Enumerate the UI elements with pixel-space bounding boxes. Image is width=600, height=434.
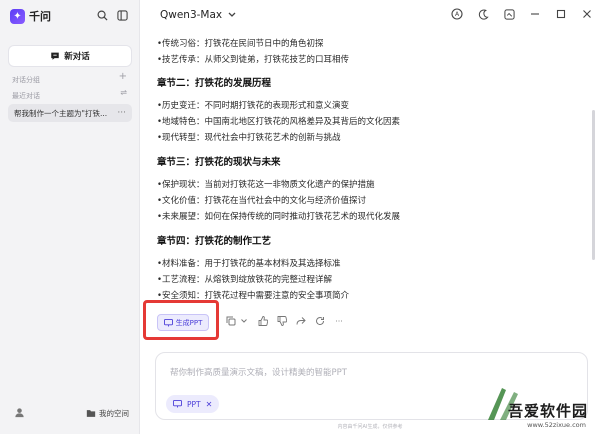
remove-tag-icon[interactable]: ✕ — [206, 400, 213, 409]
model-selector[interactable]: Qwen3-Max — [160, 9, 236, 21]
app-name: 千问 — [29, 10, 51, 23]
screenshot-icon[interactable] — [502, 7, 516, 21]
my-space-label: 我的空间 — [99, 409, 129, 418]
copy-icon[interactable] — [226, 316, 236, 326]
share-icon[interactable] — [296, 316, 306, 326]
generate-ppt-button[interactable]: 生成PPT — [157, 314, 209, 331]
list-item: •材料准备：用于打铁花的基本材料及其选择标准 — [157, 259, 341, 269]
close-icon[interactable] — [580, 7, 594, 21]
maximize-icon[interactable] — [554, 7, 568, 21]
chapter-heading: 章节二：打铁花的发展历程 — [157, 78, 272, 89]
ppt-tag-label: PPT — [187, 399, 201, 409]
filter-icon[interactable]: ⇌ — [120, 88, 127, 97]
scrollbar[interactable] — [592, 110, 595, 260]
model-name: Qwen3-Max — [160, 9, 223, 21]
presentation-icon — [163, 318, 173, 327]
my-space-link[interactable]: 我的空间 — [86, 408, 129, 419]
list-item: •工艺流程：从熔铁到绽放铁花的完整过程详解 — [157, 275, 333, 285]
more-icon[interactable]: ··· — [117, 108, 126, 118]
thumbs-up-icon[interactable] — [258, 316, 268, 326]
add-group-icon[interactable]: + — [119, 71, 127, 82]
list-item: •传统习俗：打铁花在民间节日中的角色初探 — [157, 39, 324, 49]
list-item: •未来展望：如何在保持传统的同时推动打铁花艺术的现代化发展 — [157, 212, 401, 222]
list-item: •现代转型：现代社会中打铁花艺术的创新与挑战 — [157, 133, 341, 143]
search-icon[interactable] — [96, 9, 108, 21]
message-input[interactable]: 帮你制作高质量演示文稿，设计精美的智能PPT — [170, 366, 347, 378]
message-actions: ··· — [226, 316, 344, 326]
chevron-down-icon[interactable] — [239, 316, 249, 326]
folder-icon — [86, 410, 96, 417]
watermark: 吾爱软件园 www.52zixue.com — [478, 380, 596, 432]
chat-item-title: 帮我制作一个主题为"打铁... — [14, 108, 108, 118]
regenerate-icon[interactable] — [315, 316, 325, 326]
new-chat-label: 新对话 — [64, 52, 90, 62]
section-groups-label: 对话分组 — [12, 76, 40, 84]
thumbs-down-icon[interactable] — [277, 316, 287, 326]
svg-text:A: A — [455, 11, 460, 18]
chevron-down-icon — [228, 12, 236, 17]
generate-ppt-label: 生成PPT — [175, 318, 203, 327]
list-item: •保护现状：当前对打铁花这一非物质文化遗产的保护措施 — [157, 180, 375, 190]
list-item: •历史变迁：不同时期打铁花的表现形式和意义演变 — [157, 101, 350, 111]
chapter-heading: 章节四：打铁花的制作工艺 — [157, 236, 272, 247]
minimize-icon[interactable] — [528, 7, 542, 21]
dark-mode-icon[interactable] — [476, 7, 490, 21]
app-logo[interactable]: ✦ 千问 — [10, 8, 51, 24]
watermark-title: 吾爱软件园 — [507, 402, 588, 420]
translate-icon[interactable]: A — [450, 7, 464, 21]
user-avatar-icon[interactable] — [14, 407, 25, 420]
chat-icon — [51, 52, 59, 60]
list-item: •文化价值：打铁花在当代社会中的文化与经济价值探讨 — [157, 196, 367, 206]
section-recent-label: 最近对话 — [12, 92, 40, 100]
collapse-sidebar-icon[interactable] — [116, 9, 128, 21]
window-controls: A — [450, 7, 594, 21]
list-item: •地域特色：中国南北地区打铁花的风格差异及其背后的文化因素 — [157, 117, 401, 127]
presentation-icon — [173, 400, 182, 408]
list-item: •技艺传承：从师父到徒弟，打铁花技艺的口耳相传 — [157, 55, 350, 65]
chapter-heading: 章节三：打铁花的现状与未来 — [157, 157, 281, 168]
ppt-mode-tag[interactable]: PPT ✕ — [166, 395, 220, 413]
sidebar-chat-item[interactable]: 帮我制作一个主题为"打铁... ··· — [8, 104, 132, 122]
qwen-logo-icon: ✦ — [10, 8, 25, 24]
more-icon[interactable]: ··· — [334, 316, 344, 326]
sidebar-footer: 我的空间 — [14, 407, 129, 420]
new-chat-button[interactable]: 新对话 — [8, 45, 132, 67]
sidebar: ✦ 千问 新对话 对话分组 + 最近对话 ⇌ 帮我制作一个主题为"打铁... ·… — [0, 0, 140, 434]
watermark-url: www.52zixue.com — [527, 421, 586, 429]
